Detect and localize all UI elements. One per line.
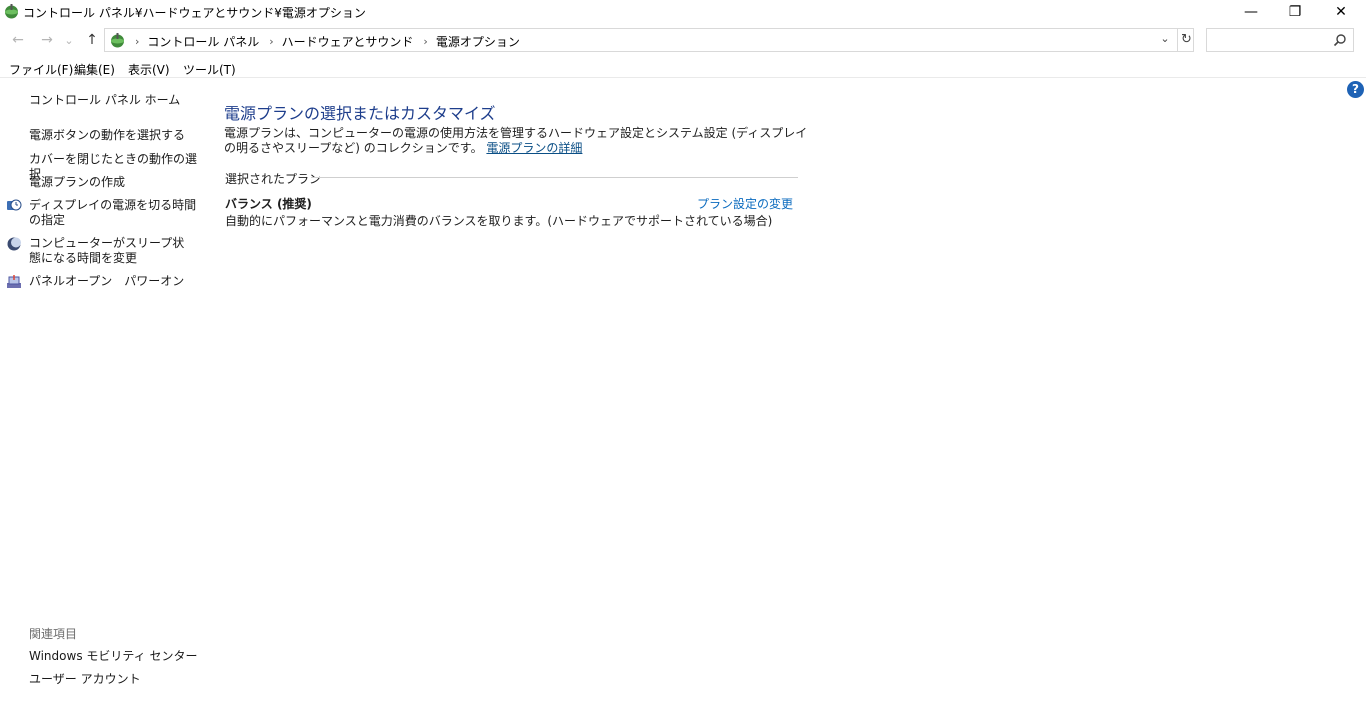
breadcrumb: › コントロール パネル › ハードウェアとサウンド › 電源オプション (129, 33, 520, 50)
breadcrumb-hardware-and-sound[interactable]: ハードウェアとサウンド (282, 33, 414, 50)
search-box[interactable] (1206, 28, 1354, 52)
control-panel-home-link[interactable]: コントロール パネル ホーム (29, 93, 180, 108)
plan-name: バランス (推奨) (225, 197, 312, 211)
breadcrumb-power-options[interactable]: 電源オプション (436, 33, 520, 50)
restore-button[interactable]: ❐ (1272, 0, 1318, 24)
power-plan-details-link[interactable]: 電源プランの詳細 (486, 141, 582, 155)
close-button[interactable]: ✕ (1318, 0, 1364, 24)
recent-locations-button[interactable]: ⌄ (62, 30, 76, 50)
menu-file[interactable]: ファイル(F) (9, 61, 73, 78)
back-button[interactable]: ← (8, 30, 28, 50)
section-divider (311, 177, 798, 178)
sleep-moon-icon (7, 237, 21, 251)
navigation-bar: ← → ⌄ ↑ › コントロール パネル › ハードウェアとサウンド › 電源オ… (0, 27, 1366, 53)
panel-open-power-on-icon (7, 275, 21, 288)
menu-edit[interactable]: 編集(E) (74, 61, 115, 78)
menu-tools[interactable]: ツール(T) (183, 61, 236, 78)
control-panel-icon (111, 33, 124, 48)
address-dropdown-button[interactable]: ⌄ (1157, 32, 1173, 48)
address-bar[interactable]: › コントロール パネル › ハードウェアとサウンド › 電源オプション ⌄ ↻ (104, 28, 1194, 52)
search-icon[interactable] (1333, 33, 1347, 47)
title-bar: コントロール パネル¥ハードウェアとサウンド¥電源オプション — ❐ ✕ (0, 0, 1366, 24)
related-title: 関連項目 (29, 627, 78, 641)
turn-off-display-link[interactable]: ディスプレイの電源を切る時間の指定 (29, 198, 197, 228)
menu-view[interactable]: 表示(V) (128, 61, 170, 78)
up-button[interactable]: ↑ (82, 30, 102, 50)
change-sleep-time-link[interactable]: コンピューターがスリープ状態になる時間を変更 (29, 236, 191, 266)
plan-description: 自動的にパフォーマンスと電力消費のバランスを取ります。(ハードウェアでサポートさ… (225, 214, 773, 228)
user-accounts-link[interactable]: ユーザー アカウント (29, 672, 141, 687)
refresh-button[interactable]: ↻ (1177, 29, 1195, 51)
choose-power-button-link[interactable]: 電源ボタンの動作を選択する (29, 128, 185, 143)
help-icon[interactable]: ? (1347, 81, 1364, 98)
breadcrumb-control-panel[interactable]: コントロール パネル (147, 33, 259, 50)
left-navigation-pane: コントロール パネル ホーム 電源ボタンの動作を選択する カバーを閉じたときの動… (0, 80, 200, 707)
selected-plan-label: 選択されたプラン (225, 172, 322, 186)
power-options-app-icon (5, 4, 18, 19)
breadcrumb-separator[interactable]: › (135, 35, 139, 48)
display-clock-icon (7, 199, 22, 211)
breadcrumb-separator[interactable]: › (423, 35, 427, 48)
page-title: 電源プランの選択またはカスタマイズ (224, 104, 496, 123)
search-input[interactable] (1211, 30, 1331, 50)
forward-button[interactable]: → (37, 30, 57, 50)
change-plan-settings-link[interactable]: プラン設定の変更 (697, 195, 793, 212)
minimize-button[interactable]: — (1228, 0, 1274, 24)
windows-mobility-center-link[interactable]: Windows モビリティ センター (29, 649, 197, 664)
menu-bar: ファイル(F) 編集(E) 表示(V) ツール(T) (0, 58, 1366, 78)
page-description: 電源プランは、コンピューターの電源の使用方法を管理するハードウェア設定とシステム… (224, 126, 814, 156)
panel-open-power-on-link[interactable]: パネルオープン パワーオン (29, 274, 184, 289)
create-power-plan-link[interactable]: 電源プランの作成 (29, 175, 125, 190)
breadcrumb-separator[interactable]: › (269, 35, 273, 48)
window-title: コントロール パネル¥ハードウェアとサウンド¥電源オプション (23, 6, 366, 20)
